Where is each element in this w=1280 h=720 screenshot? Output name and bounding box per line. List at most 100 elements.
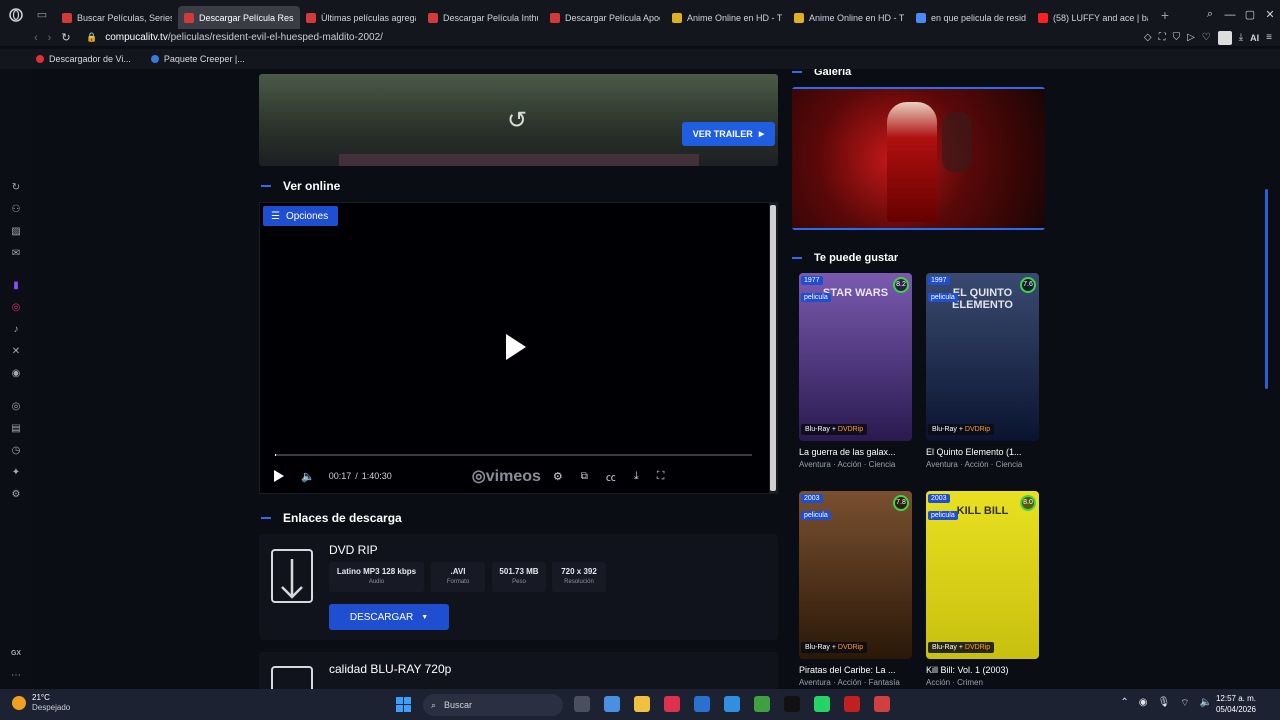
shield-icon[interactable]: ⛉ — [1173, 32, 1181, 43]
movie-card[interactable]: EL QUINTO ELEMENTO 1997 pelicula 7.6 Blu-Ray… — [926, 273, 1039, 469]
movie-title[interactable]: La guerra de las galax... — [799, 447, 912, 457]
opera-icon[interactable] — [664, 696, 680, 712]
copilot-icon[interactable] — [604, 696, 620, 712]
captions-icon[interactable]: ㏄ — [606, 469, 616, 484]
tiktok-icon[interactable]: ♪ — [10, 323, 22, 335]
ai-chat-icon[interactable]: ⚇ — [10, 203, 22, 215]
minimize-button[interactable]: — — [1220, 9, 1240, 21]
app-tray-icon[interactable]: ◉ — [1139, 697, 1148, 710]
movie-title[interactable]: Piratas del Caribe: La ... — [799, 665, 912, 675]
close-button[interactable]: ✕ — [1260, 8, 1280, 21]
progress-bar[interactable] — [275, 454, 752, 456]
terminal-icon[interactable] — [754, 696, 770, 712]
play-button[interactable] — [274, 470, 284, 482]
format-meta: .AVI Formato — [431, 562, 485, 592]
search-tabs-icon[interactable]: ⌕ — [1200, 8, 1220, 21]
taskview-icon[interactable] — [574, 696, 590, 712]
discord-icon[interactable]: ◉ — [10, 367, 22, 379]
options-button[interactable]: ☰ Opciones — [263, 206, 339, 226]
movie-poster[interactable]: STAR WARS 1977 pelicula 8.2 Blu-Ray + DVDRip — [799, 273, 912, 441]
browser-tab[interactable]: en que pelicula de reside — [910, 6, 1032, 29]
twitch-icon[interactable]: ▮ — [10, 279, 22, 291]
opera-gx-icon[interactable] — [844, 696, 860, 712]
browser-tab[interactable]: Buscar Películas, Series — [56, 6, 178, 29]
movie-poster[interactable]: 2003 pelicula 7.8 Blu-Ray + DVDRip — [799, 491, 912, 659]
movie-title[interactable]: El Quinto Elemento (1... — [926, 447, 1039, 457]
settings-icon[interactable]: ⚙ — [10, 488, 22, 500]
settings-icon[interactable]: ⚙ — [553, 470, 563, 483]
browser-tab[interactable]: Anime Online en HD - Tu — [666, 6, 788, 29]
download-icon[interactable]: ⤓ — [1239, 32, 1243, 43]
replay-icon[interactable]: ↺ — [502, 106, 532, 136]
browser-tab[interactable]: Descargar Película Reside — [178, 6, 300, 29]
browser-tab[interactable]: Descargar Película Apoc — [544, 6, 666, 29]
mic-icon[interactable]: 🎙 — [1157, 697, 1170, 710]
gx-label[interactable]: GX — [10, 647, 22, 659]
speaker-icon[interactable]: 🔈 — [1200, 697, 1212, 710]
keyboard-icon[interactable]: ▤ — [10, 422, 22, 434]
trailer-preview[interactable]: ↺ VER TRAILER ▶ — [259, 74, 778, 166]
workspaces-icon[interactable]: ▭ — [32, 0, 52, 29]
avatar[interactable] — [1217, 30, 1232, 45]
pip-icon[interactable]: ⧉ — [581, 471, 588, 482]
weather-widget[interactable]: 21°C Despejado — [12, 693, 70, 713]
ai-button[interactable]: AI — [1250, 33, 1259, 43]
download-button[interactable]: DESCARGAR ▼ — [329, 604, 449, 630]
page-scrollbar[interactable] — [1265, 189, 1268, 389]
movie-card[interactable]: STAR WARS 1977 pelicula 8.2 Blu-Ray + DVDRip… — [799, 273, 912, 469]
clock-icon[interactable]: ◷ — [10, 444, 22, 456]
vimeos-logo[interactable]: ◎vimeos — [472, 466, 541, 486]
app-icon[interactable] — [874, 696, 890, 712]
system-clock[interactable]: 12:57 a. m. 05/04/2026 — [1216, 693, 1256, 715]
whatsapp-icon[interactable] — [814, 696, 830, 712]
mail-icon[interactable]: ✉ — [10, 247, 22, 259]
browser-tab[interactable]: Descargar Película Inthu — [422, 6, 544, 29]
movie-title[interactable]: Kill Bill: Vol. 1 (2003) — [926, 665, 1039, 675]
video-player[interactable]: ☰ Opciones 🔈 00:17 / 1:40:30 ◎vimeos ⚙ ⧉ … — [259, 202, 778, 494]
x-icon[interactable]: ✕ — [10, 345, 22, 357]
watch-trailer-button[interactable]: VER TRAILER ▶ — [682, 122, 775, 146]
player-sidebar-icon[interactable]: ◎ — [10, 400, 22, 412]
url-field[interactable]: compucalitv.tv/peliculas/resident-evil-e… — [105, 32, 383, 43]
opera-menu-icon[interactable] — [0, 0, 32, 29]
menu-icon[interactable]: ≡ — [1266, 32, 1272, 43]
fullscreen-icon[interactable]: ⛶ — [657, 470, 665, 483]
movie-card[interactable]: KILL BILL 2003 pelicula 8.0 Blu-Ray + DVDRip… — [926, 491, 1039, 687]
tiktok-app-icon[interactable] — [784, 696, 800, 712]
taskbar-search[interactable]: ⌕ Buscar — [423, 694, 563, 716]
bookmark-icon[interactable]: ◇ — [1144, 32, 1152, 43]
volume-icon[interactable]: 🔈 — [301, 470, 315, 483]
bookmark-item[interactable]: Paquete Creeper |... — [150, 54, 245, 64]
browser-tab[interactable]: Anime Online en HD - Tu — [788, 6, 910, 29]
movie-poster[interactable]: EL QUINTO ELEMENTO 1997 pelicula 7.6 Blu-Ray… — [926, 273, 1039, 441]
back-icon[interactable]: ‹ — [34, 32, 38, 44]
pinboard-icon[interactable]: ▨ — [10, 225, 22, 237]
player-icon[interactable]: ▷ — [1187, 32, 1195, 43]
movie-poster[interactable]: KILL BILL 2003 pelicula 8.0 Blu-Ray + DVDRip — [926, 491, 1039, 659]
player-scrollbar[interactable] — [769, 203, 777, 493]
tray-chevron-icon[interactable]: ⌃ — [1120, 697, 1128, 710]
reload-icon[interactable]: ↻ — [61, 31, 70, 44]
history-icon[interactable]: ↻ — [10, 181, 22, 193]
store-icon[interactable] — [694, 696, 710, 712]
gallery-image[interactable] — [792, 87, 1045, 230]
snapshot-icon[interactable]: ⛶ — [1159, 32, 1166, 43]
play-icon[interactable] — [506, 334, 526, 360]
start-button[interactable] — [396, 697, 411, 712]
extensions-icon[interactable]: ✦ — [10, 466, 22, 478]
browser-tab[interactable]: (58) LUFFY and ace | bat — [1032, 6, 1154, 29]
forward-icon[interactable]: › — [48, 32, 52, 44]
bookmark-item[interactable]: Descargador de Vi... — [36, 54, 131, 64]
file-explorer-icon[interactable] — [634, 696, 650, 712]
browser-tab[interactable]: Últimas películas agrega — [300, 6, 422, 29]
download-icon[interactable]: ⤓ — [634, 470, 639, 483]
bookmark-favicon-icon — [36, 55, 44, 63]
new-tab-button[interactable]: + — [1154, 7, 1176, 23]
wifi-icon[interactable]: ⌔ — [1180, 697, 1189, 710]
more-icon[interactable]: ⋯ — [10, 669, 22, 681]
outlook-icon[interactable] — [724, 696, 740, 712]
instagram-icon[interactable]: ◎ — [10, 301, 22, 313]
heart-icon[interactable]: ♡ — [1202, 32, 1211, 43]
maximize-button[interactable]: ▢ — [1240, 8, 1260, 21]
movie-card[interactable]: 2003 pelicula 7.8 Blu-Ray + DVDRip Piratas d… — [799, 491, 912, 687]
